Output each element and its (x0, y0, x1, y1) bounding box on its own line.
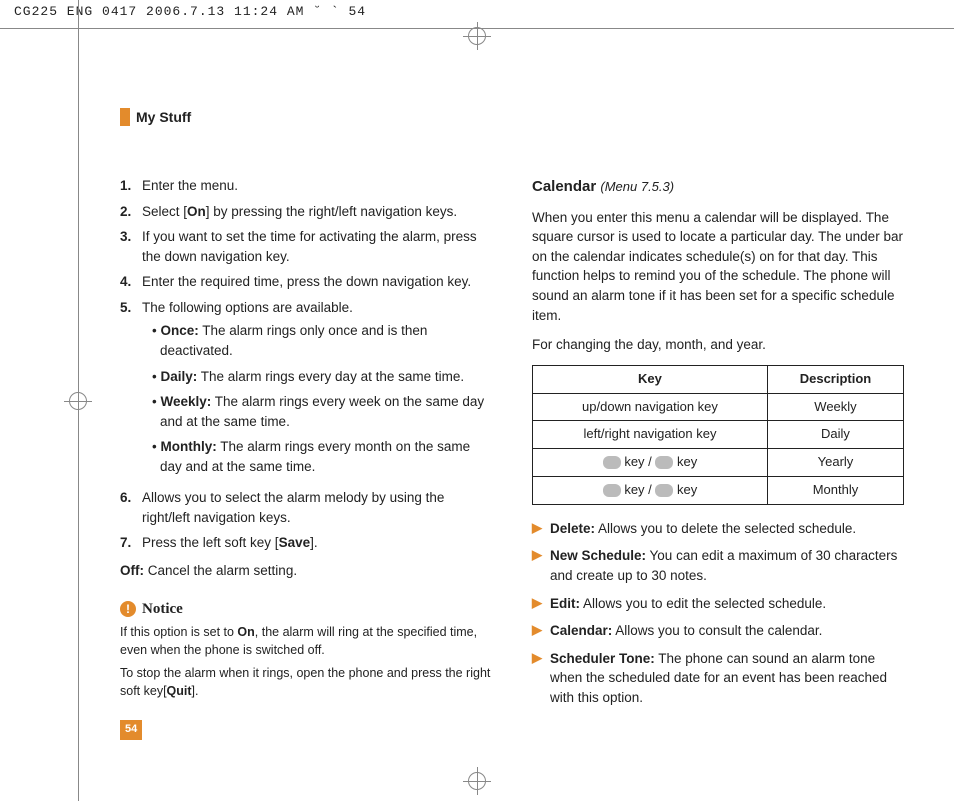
notice-p2: To stop the alarm when it rings, open th… (120, 665, 492, 700)
notice-title: Notice (142, 599, 183, 621)
registration-mark-bottom (463, 767, 491, 795)
arrow-icon: ▶ (532, 649, 542, 708)
table-row: left/right navigation keyDaily (533, 421, 904, 449)
action-calendar: ▶Calendar: Allows you to consult the cal… (532, 621, 904, 641)
step-6: 6.Allows you to select the alarm melody … (120, 488, 492, 527)
alarm-options: • Once: The alarm rings only once and is… (142, 321, 492, 476)
action-new: ▶New Schedule: You can edit a maximum of… (532, 546, 904, 585)
notice-box: ! Notice If this option is set to On, th… (120, 599, 492, 701)
step-5: 5.The following options are available. •… (120, 298, 492, 483)
option-once: • Once: The alarm rings only once and is… (152, 321, 492, 360)
registration-mark-top (463, 22, 491, 50)
calendar-heading: Calendar (Menu 7.5.3) (532, 176, 904, 198)
alarm-steps: 1.Enter the menu. 2.Select [On] by press… (120, 176, 492, 553)
section-heading: My Stuff (120, 108, 904, 126)
key-icon (603, 456, 621, 469)
option-monthly: • Monthly: The alarm rings every month o… (152, 437, 492, 476)
step-7: 7.Press the left soft key [Save]. (120, 533, 492, 553)
key-icon (603, 484, 621, 497)
table-row: up/down navigation keyWeekly (533, 393, 904, 421)
arrow-icon: ▶ (532, 546, 542, 585)
th-key: Key (533, 365, 768, 393)
option-weekly: • Weekly: The alarm rings every week on … (152, 392, 492, 431)
table-row: key / keyMonthly (533, 477, 904, 505)
notice-icon: ! (120, 601, 136, 617)
calendar-change: For changing the day, month, and year. (532, 335, 904, 355)
step-2: 2.Select [On] by pressing the right/left… (120, 202, 492, 222)
off-setting: Off: Cancel the alarm setting. (120, 561, 492, 581)
left-column: 1.Enter the menu. 2.Select [On] by press… (120, 176, 492, 740)
heading-accent (120, 108, 130, 126)
key-icon (655, 484, 673, 497)
arrow-icon: ▶ (532, 621, 542, 641)
th-desc: Description (767, 365, 903, 393)
key-table: KeyDescription up/down navigation keyWee… (532, 365, 904, 505)
page-number: 54 (120, 720, 142, 740)
calendar-intro: When you enter this menu a calendar will… (532, 208, 904, 325)
step-3: 3.If you want to set the time for activa… (120, 227, 492, 266)
action-tone: ▶Scheduler Tone: The phone can sound an … (532, 649, 904, 708)
page-content: My Stuff 1.Enter the menu. 2.Select [On]… (120, 108, 904, 741)
step-4: 4.Enter the required time, press the dow… (120, 272, 492, 292)
registration-mark-left (64, 387, 92, 415)
section-title: My Stuff (136, 109, 191, 125)
right-column: Calendar (Menu 7.5.3) When you enter thi… (532, 176, 904, 740)
option-daily: • Daily: The alarm rings every day at th… (152, 367, 492, 387)
action-delete: ▶Delete: Allows you to delete the select… (532, 519, 904, 539)
action-edit: ▶Edit: Allows you to edit the selected s… (532, 594, 904, 614)
arrow-icon: ▶ (532, 519, 542, 539)
step-1: 1.Enter the menu. (120, 176, 492, 196)
table-row: key / keyYearly (533, 449, 904, 477)
key-icon (655, 456, 673, 469)
calendar-actions: ▶Delete: Allows you to delete the select… (532, 519, 904, 708)
notice-p1: If this option is set to On, the alarm w… (120, 624, 492, 659)
arrow-icon: ▶ (532, 594, 542, 614)
print-header: CG225 ENG 0417 2006.7.13 11:24 AM ˘ ` 54 (0, 0, 954, 23)
